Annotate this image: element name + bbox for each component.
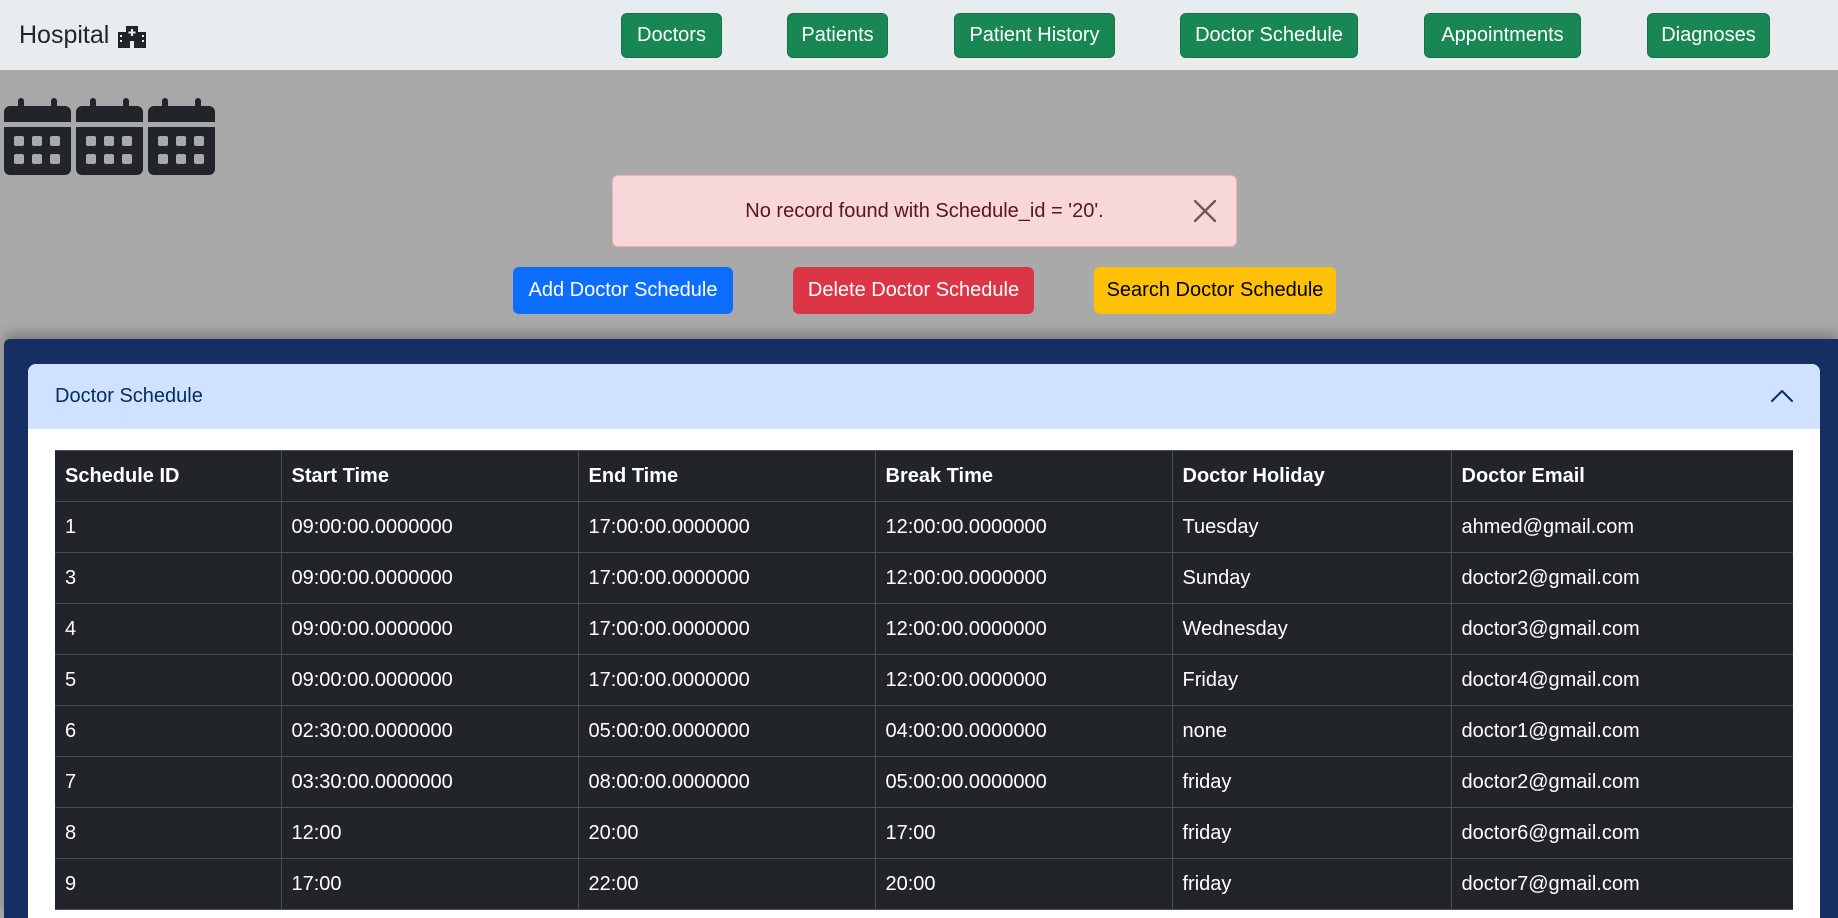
cell-doctor-email: doctor7@gmail.com [1450,858,1793,910]
calendar-icon [76,98,143,175]
table-row[interactable]: 3 09:00:00.0000000 17:00:00.0000000 12:0… [55,552,1793,604]
cell-break-time: 12:00:00.0000000 [874,603,1173,655]
cell-end-time: 17:00:00.0000000 [577,603,876,655]
nav-doctor-schedule-button[interactable]: Doctor Schedule [1180,13,1358,58]
cell-end-time: 22:00 [577,858,876,910]
search-doctor-schedule-button[interactable]: Search Doctor Schedule [1094,267,1336,314]
cell-doctor-holiday: friday [1171,756,1452,808]
column-header-schedule-id[interactable]: Schedule ID [55,450,282,502]
cell-doctor-email: ahmed@gmail.com [1450,501,1793,553]
brand[interactable]: Hospital [19,21,147,50]
cell-doctor-email: doctor2@gmail.com [1450,756,1793,808]
cell-break-time: 12:00:00.0000000 [874,501,1173,553]
cell-break-time: 20:00 [874,858,1173,910]
schedule-table: Schedule ID Start Time End Time Break Ti… [55,450,1793,910]
accordion-header[interactable]: Doctor Schedule [28,364,1820,429]
cell-doctor-email: doctor3@gmail.com [1450,603,1793,655]
calendar-icon [148,98,215,175]
cell-schedule-id: 8 [55,807,282,859]
table-row[interactable]: 6 02:30:00.0000000 05:00:00.0000000 04:0… [55,705,1793,757]
column-header-start-time[interactable]: Start Time [280,450,579,502]
table-row[interactable]: 1 09:00:00.0000000 17:00:00.0000000 12:0… [55,501,1793,553]
brand-label: Hospital [19,21,110,49]
calendar-icon [4,98,71,175]
hospital-icon [118,25,147,48]
cell-break-time: 04:00:00.0000000 [874,705,1173,757]
table-row[interactable]: 9 17:00 22:00 20:00 friday doctor7@gmail… [55,858,1793,910]
cell-doctor-holiday: friday [1171,807,1452,859]
cell-start-time: 12:00 [280,807,579,859]
cell-doctor-email: doctor2@gmail.com [1450,552,1793,604]
error-alert: No record found with Schedule_id = '20'. [612,175,1237,247]
cell-schedule-id: 4 [55,603,282,655]
add-doctor-schedule-button[interactable]: Add Doctor Schedule [513,267,733,314]
alert-message: No record found with Schedule_id = '20'. [745,199,1104,222]
cell-schedule-id: 7 [55,756,282,808]
cell-start-time: 02:30:00.0000000 [280,705,579,757]
cell-doctor-holiday: Wednesday [1171,603,1452,655]
cell-start-time: 09:00:00.0000000 [280,552,579,604]
calendar-icon-group [4,98,215,175]
nav-appointments-button[interactable]: Appointments [1424,13,1581,58]
cell-break-time: 12:00:00.0000000 [874,552,1173,604]
column-header-doctor-holiday[interactable]: Doctor Holiday [1171,450,1452,502]
column-header-doctor-email[interactable]: Doctor Email [1450,450,1793,502]
accordion-title: Doctor Schedule [55,385,203,407]
nav-patient-history-button[interactable]: Patient History [954,13,1115,58]
cell-doctor-email: doctor1@gmail.com [1450,705,1793,757]
cell-start-time: 09:00:00.0000000 [280,501,579,553]
cell-doctor-holiday: Friday [1171,654,1452,706]
cell-end-time: 17:00:00.0000000 [577,654,876,706]
table-header-row: Schedule ID Start Time End Time Break Ti… [55,450,1793,502]
cell-start-time: 09:00:00.0000000 [280,654,579,706]
cell-start-time: 09:00:00.0000000 [280,603,579,655]
cell-doctor-holiday: Tuesday [1171,501,1452,553]
delete-doctor-schedule-button[interactable]: Delete Doctor Schedule [793,267,1034,314]
cell-doctor-email: doctor4@gmail.com [1450,654,1793,706]
cell-doctor-email: doctor6@gmail.com [1450,807,1793,859]
top-navbar: Hospital Doctors Patients Patient Histor… [0,0,1838,70]
cell-schedule-id: 3 [55,552,282,604]
cell-doctor-holiday: none [1171,705,1452,757]
cell-break-time: 17:00 [874,807,1173,859]
cell-doctor-holiday: friday [1171,858,1452,910]
cell-start-time: 03:30:00.0000000 [280,756,579,808]
cell-schedule-id: 1 [55,501,282,553]
cell-doctor-holiday: Sunday [1171,552,1452,604]
cell-end-time: 08:00:00.0000000 [577,756,876,808]
nav-diagnoses-button[interactable]: Diagnoses [1647,13,1770,58]
cell-schedule-id: 9 [55,858,282,910]
cell-start-time: 17:00 [280,858,579,910]
cell-break-time: 12:00:00.0000000 [874,654,1173,706]
cell-schedule-id: 5 [55,654,282,706]
nav-doctors-button[interactable]: Doctors [621,13,722,58]
close-icon[interactable] [1192,198,1218,224]
cell-end-time: 17:00:00.0000000 [577,552,876,604]
cell-end-time: 17:00:00.0000000 [577,501,876,553]
cell-end-time: 20:00 [577,807,876,859]
cell-end-time: 05:00:00.0000000 [577,705,876,757]
table-row[interactable]: 4 09:00:00.0000000 17:00:00.0000000 12:0… [55,603,1793,655]
column-header-end-time[interactable]: End Time [577,450,876,502]
table-row[interactable]: 7 03:30:00.0000000 08:00:00.0000000 05:0… [55,756,1793,808]
chevron-up-icon[interactable] [1770,386,1794,406]
column-header-break-time[interactable]: Break Time [874,450,1173,502]
table-row[interactable]: 8 12:00 20:00 17:00 friday doctor6@gmail… [55,807,1793,859]
cell-break-time: 05:00:00.0000000 [874,756,1173,808]
nav-patients-button[interactable]: Patients [787,13,888,58]
cell-schedule-id: 6 [55,705,282,757]
table-row[interactable]: 5 09:00:00.0000000 17:00:00.0000000 12:0… [55,654,1793,706]
doctor-schedule-accordion: Doctor Schedule Schedule ID Start Time E… [28,364,1820,918]
